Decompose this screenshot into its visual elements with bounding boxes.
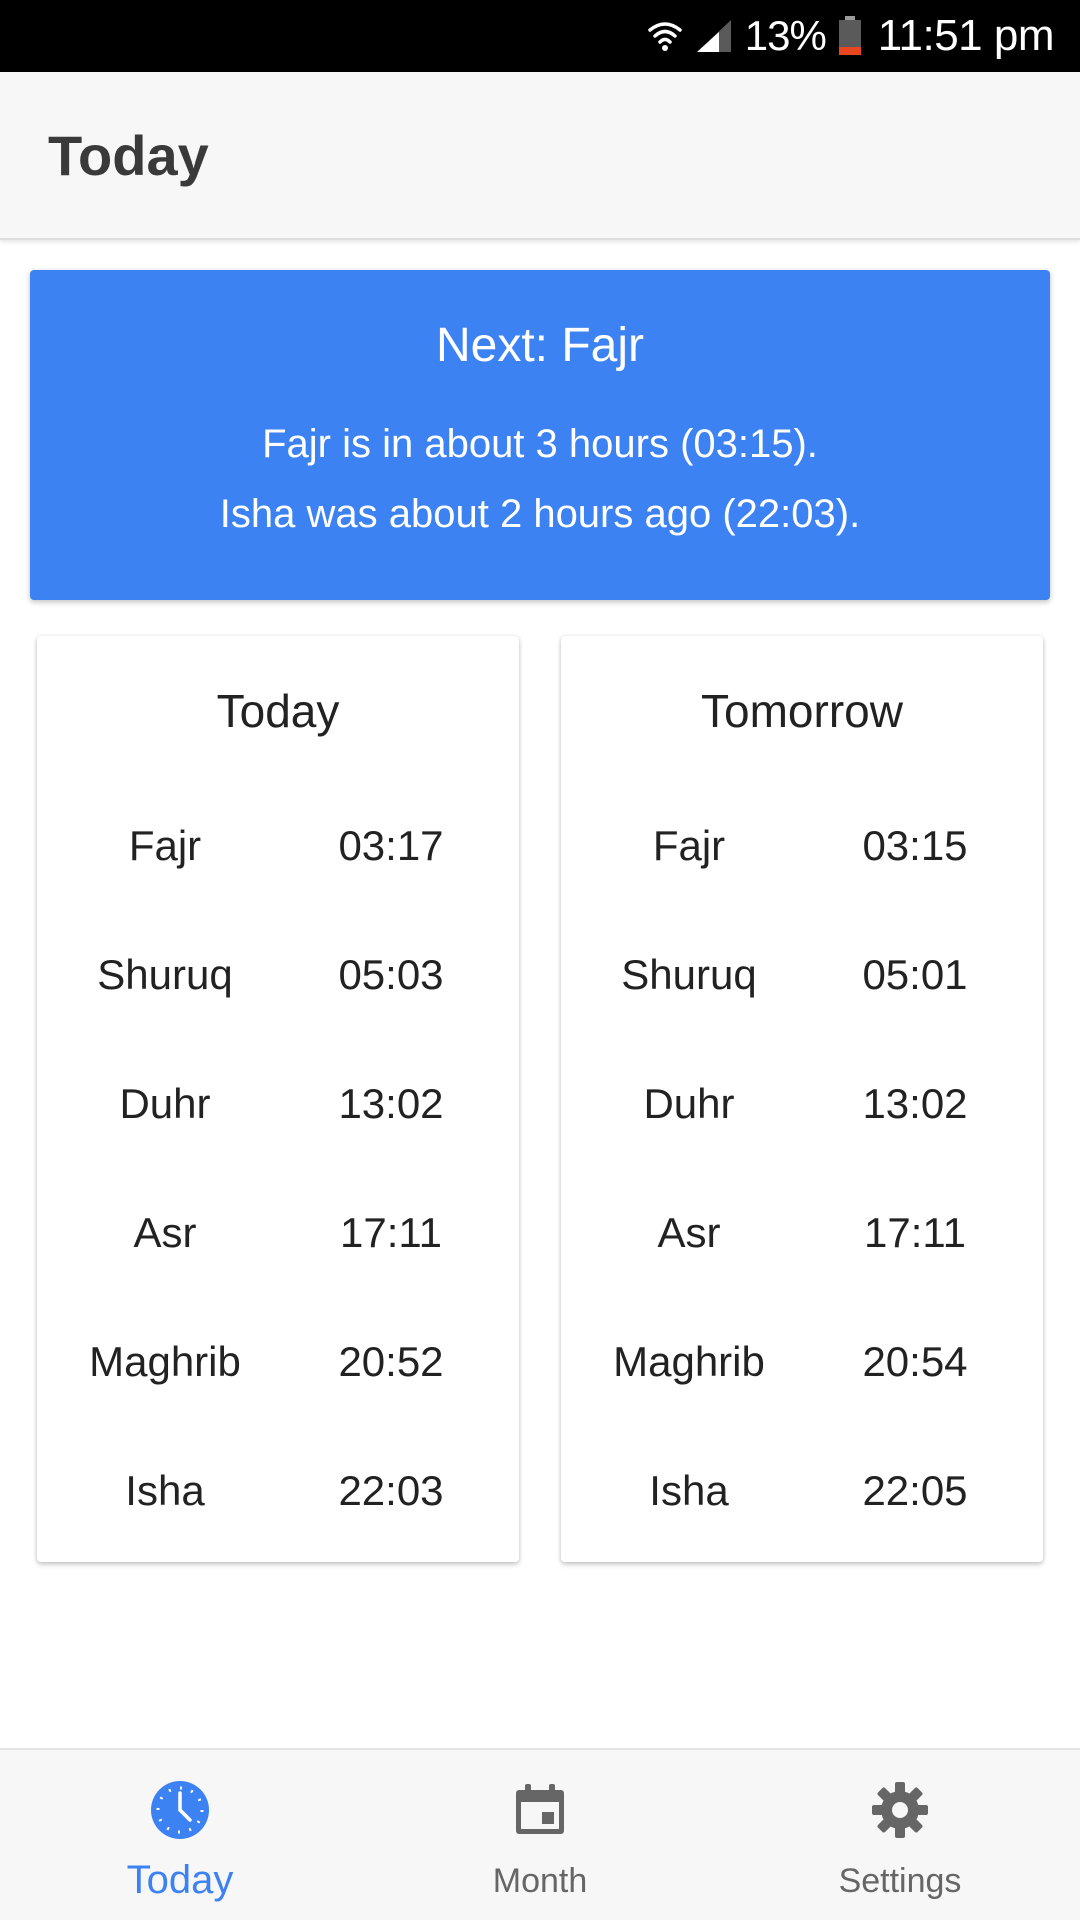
prayer-name: Fajr xyxy=(128,822,202,869)
nav-label-today: Today xyxy=(126,1858,234,1902)
prayer-name: Maghrib xyxy=(613,1338,765,1385)
prayer-name: Maghrib xyxy=(89,1338,241,1385)
next-prayer-title: Next: Fajr xyxy=(435,319,645,372)
prayer-row: Fajr 03:17 xyxy=(37,822,519,882)
page-title: Today xyxy=(48,123,209,187)
prayer-name: Isha xyxy=(649,1467,729,1514)
prayer-name: Fajr xyxy=(652,822,726,869)
prayer-name: Duhr xyxy=(643,1080,735,1127)
prayer-name: Asr xyxy=(133,1209,197,1256)
nav-tab-settings[interactable]: Settings xyxy=(720,1750,1080,1920)
prayer-time: 17:11 xyxy=(340,1209,442,1256)
prayer-row: Maghrib 20:52 xyxy=(37,1338,519,1398)
signal-icon xyxy=(695,18,733,54)
status-bar: 13% 11:51 pm xyxy=(0,0,1080,72)
prayer-name: Isha xyxy=(125,1467,205,1514)
prayer-time: 20:52 xyxy=(338,1338,444,1385)
battery-icon xyxy=(838,16,862,56)
prayer-row: Shuruq 05:01 xyxy=(561,951,1043,1011)
prayer-row: Isha 22:03 xyxy=(37,1467,519,1527)
nav-label-settings: Settings xyxy=(838,1862,962,1900)
card-title: Today xyxy=(216,685,340,737)
prayer-time: 03:17 xyxy=(338,822,444,869)
prayer-name: Asr xyxy=(657,1209,721,1256)
next-prayer-countdown: Fajr is in about 3 hours (03:15). xyxy=(262,422,818,466)
bottom-navigation: Today Month Settings xyxy=(0,1748,1080,1920)
prayer-time: 13:02 xyxy=(338,1080,444,1127)
status-clock: 11:51 pm xyxy=(877,11,1055,60)
prayer-row: Duhr 13:02 xyxy=(37,1080,519,1140)
prayer-time: 05:01 xyxy=(862,951,968,998)
prayer-time: 22:03 xyxy=(338,1467,444,1514)
prayer-time: 20:54 xyxy=(862,1338,968,1385)
nav-tab-today[interactable]: Today xyxy=(0,1750,360,1920)
tomorrow-schedule-card: Tomorrow Fajr 03:15 Shuruq 05:01 Duhr 13… xyxy=(561,636,1043,1562)
calendar-icon xyxy=(510,1780,570,1840)
app-bar: Today xyxy=(0,72,1080,240)
prayer-row: Duhr 13:02 xyxy=(561,1080,1043,1140)
wifi-icon xyxy=(647,18,683,54)
card-title: Tomorrow xyxy=(701,685,903,737)
prayer-name: Shuruq xyxy=(97,951,233,998)
prayer-name: Shuruq xyxy=(621,951,757,998)
prayer-row: Asr 17:11 xyxy=(561,1209,1043,1269)
prayer-time: 03:15 xyxy=(862,822,968,869)
next-prayer-card: Next: Fajr Fajr is in about 3 hours (03:… xyxy=(30,270,1050,600)
prayer-row: Maghrib 20:54 xyxy=(561,1338,1043,1398)
previous-prayer-info: Isha was about 2 hours ago (22:03). xyxy=(219,492,861,536)
battery-percent: 13% xyxy=(744,12,827,59)
clock-icon xyxy=(150,1780,210,1840)
prayer-time: 13:02 xyxy=(862,1080,968,1127)
gear-icon xyxy=(870,1780,930,1840)
nav-label-month: Month xyxy=(492,1862,588,1900)
prayer-row: Asr 17:11 xyxy=(37,1209,519,1269)
prayer-row: Shuruq 05:03 xyxy=(37,951,519,1011)
prayer-time: 17:11 xyxy=(864,1209,966,1256)
nav-tab-month[interactable]: Month xyxy=(360,1750,720,1920)
prayer-row: Isha 22:05 xyxy=(561,1467,1043,1527)
today-schedule-card: Today Fajr 03:17 Shuruq 05:03 Duhr 13:02… xyxy=(37,636,519,1562)
prayer-name: Duhr xyxy=(119,1080,211,1127)
prayer-time: 05:03 xyxy=(338,951,444,998)
prayer-row: Fajr 03:15 xyxy=(561,822,1043,882)
prayer-time: 22:05 xyxy=(862,1467,968,1514)
